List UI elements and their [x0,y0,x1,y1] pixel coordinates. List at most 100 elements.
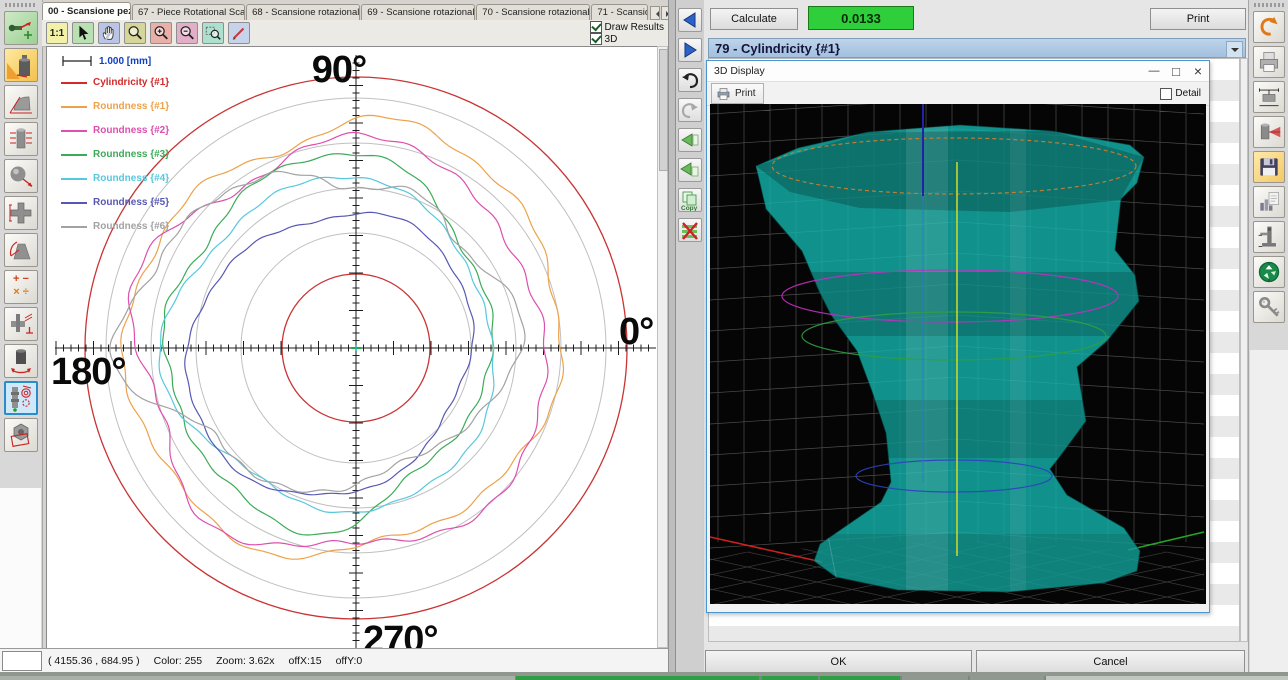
zoom-icon [126,24,144,42]
copy-icon: Copy [679,189,701,211]
tab-scansione-rotazionale-3[interactable]: 69 - Scansione rotazionale {#3} [361,4,475,20]
close-button[interactable]: × [1187,62,1209,80]
legend-roundness-2[interactable]: Roundness {#2} [61,125,169,136]
measure-line-button[interactable] [228,22,250,44]
scale-label-text: 1.000 [mm] [99,56,151,67]
math-row1: + − [7,273,35,286]
calculate-button[interactable]: Calculate [710,8,798,30]
profile-icon[interactable] [4,85,38,119]
chevron-down-icon[interactable] [1226,41,1243,58]
3d-checkbox[interactable]: 3D [590,33,664,45]
plot-scrollbar-thumb[interactable] [659,49,668,171]
status-offx: offX:15 [288,655,321,667]
dimension-icon[interactable] [1253,81,1285,113]
draw-results-label: Draw Results [605,22,664,33]
taskbar-segment[interactable] [0,676,515,680]
cross-section-icon[interactable] [4,196,38,230]
right-toolbar-grip[interactable] [1254,3,1284,7]
fixture-icon[interactable] [1253,221,1285,253]
license-key-icon[interactable] [1253,291,1285,323]
math-operations-icon[interactable]: + − × ÷ [4,270,38,304]
taskbar-segment[interactable] [1046,676,1288,680]
legend-roundness-5[interactable]: Roundness {#5} [61,197,169,208]
cancel-button[interactable]: Cancel [976,650,1245,674]
copy-button[interactable]: Copy [678,188,702,212]
redo-action-icon[interactable] [1253,11,1285,43]
cross-section-glyph [7,199,35,227]
report-charts-icon[interactable] [1253,186,1285,218]
tab-scansione-rotazionale-4[interactable]: 70 - Scansione rotazionale {#4} [476,4,590,20]
print-tool-icon[interactable] [1253,46,1285,78]
legend-cylindricity-1[interactable]: Cylindricity {#1} [61,77,169,88]
legend-roundness-1[interactable]: Roundness {#1} [61,101,169,112]
taskbar-segment[interactable] [516,676,759,680]
3d-viewport[interactable] [710,104,1206,604]
insert-before-button[interactable] [678,128,702,152]
left-toolbar-filler [0,488,41,648]
3d-display-titlebar[interactable]: 3D Display — □ × [707,61,1209,82]
probe-measure-icon[interactable] [1253,116,1285,148]
detail-checkbox[interactable]: Detail [1160,88,1201,100]
alignment-icon[interactable] [4,48,38,82]
feature-dropdown[interactable]: 79 - Cylindricity {#1} [708,38,1246,58]
tab-scansione-rotazionale-5[interactable]: 71 - Scansione rotazionale [591,4,647,20]
status-color: Color: 255 [154,655,202,667]
license-key-glyph [1256,294,1282,320]
tolerance-icon[interactable] [4,307,38,341]
redo-button[interactable] [678,98,702,122]
cursor-icon [74,24,92,42]
zoom-in-button[interactable] [150,22,172,44]
save-glyph [1256,154,1282,180]
arc-measure-icon[interactable] [4,344,38,378]
legend-roundness-6[interactable]: Roundness {#6} [61,221,169,232]
print-tool-glyph [1256,49,1282,75]
legend-roundness-4[interactable]: Roundness {#4} [61,173,169,184]
polar-plot-area[interactable]: 90° 0° 180° 270° 1.000 [mm] Cylindricity… [46,46,657,650]
cylinder-measure-icon[interactable] [4,122,38,156]
zoom-button[interactable] [124,22,146,44]
taskbar-segment[interactable] [820,676,900,680]
insert-after-button[interactable] [678,158,702,182]
plot-vertical-scrollbar[interactable] [657,46,668,648]
draw-results-checkbox[interactable]: Draw Results [590,21,664,33]
angle-measure-icon[interactable] [4,233,38,267]
nut-measure-icon[interactable] [4,418,38,452]
tab-piece-rotational-scan-1[interactable]: 67 - Piece Rotational Scan {#1} [132,4,245,20]
print-button[interactable]: Print [1150,8,1246,30]
tab-scansione-rotazionale-2[interactable]: 68 - Scansione rotazionale {#2} [246,4,360,20]
dialog-print-button[interactable]: Print [711,83,764,104]
undo-button[interactable] [678,68,702,92]
zoom-window-icon [204,24,222,42]
nav-back-button[interactable] [678,8,702,32]
polar-plot-svg [47,47,657,649]
maximize-button[interactable]: □ [1165,62,1187,80]
legend-swatch [61,106,87,108]
results-list-scrollbar[interactable] [1240,58,1248,642]
nav-forward-button[interactable] [678,38,702,62]
refresh-rotation-icon[interactable] [1253,256,1285,288]
tab-scansione-pezzo-1[interactable]: 00 - Scansione pezzo 1 [42,2,131,20]
roundness-scan-icon[interactable] [4,381,38,415]
feature-dropdown-label: 79 - Cylindricity {#1} [715,41,840,56]
panel-splitter[interactable] [668,0,676,672]
sphere-measure-icon[interactable] [4,159,38,193]
delete-button[interactable] [678,218,702,242]
toolbar-grip[interactable] [5,3,37,7]
zoom-1-1-button[interactable]: 1:1 [46,22,68,44]
arc-measure-glyph [7,347,35,375]
tab-scroll-left-icon[interactable] [650,6,661,20]
zoom-out-button[interactable] [176,22,198,44]
legend-roundness-3[interactable]: Roundness {#3} [61,149,169,160]
taskbar-segment[interactable] [902,676,968,680]
ok-button[interactable]: OK [705,650,972,674]
right-toolbar-filler [1250,350,1288,676]
right-toolbar [1248,0,1288,676]
pan-hand-button[interactable] [98,22,120,44]
zoom-window-button[interactable] [202,22,224,44]
taskbar-segment[interactable] [762,676,818,680]
save-icon[interactable] [1253,151,1285,183]
taskbar-segment[interactable] [970,676,1044,680]
reference-measure-icon[interactable] [4,11,38,45]
cursor-button[interactable] [72,22,94,44]
minimize-button[interactable]: — [1143,62,1165,80]
